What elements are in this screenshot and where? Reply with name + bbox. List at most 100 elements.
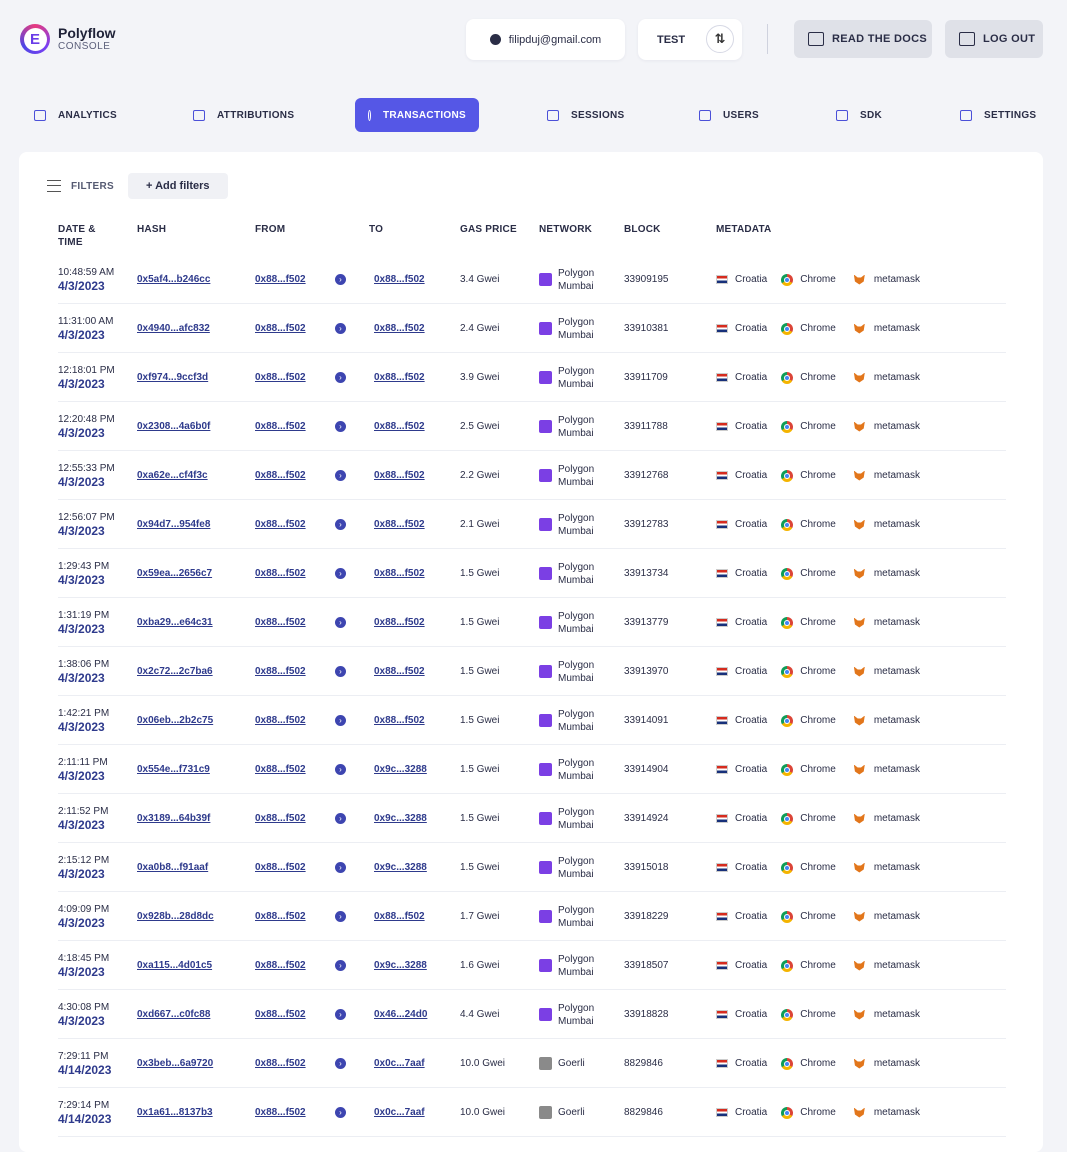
tab-sdk[interactable]: SDK (836, 98, 882, 132)
polygon-icon (539, 616, 552, 629)
to-address-link[interactable]: 0x88...f502 (374, 421, 425, 432)
read-docs-button[interactable]: READ THE DOCS (794, 20, 932, 58)
table-row[interactable]: 4:30:08 PM 4/3/2023 0xd667...c0fc88 0x88...… (58, 990, 1006, 1039)
from-address-link[interactable]: 0x88...f502 (255, 960, 306, 971)
table-row[interactable]: 2:11:52 PM 4/3/2023 0x3189...64b39f 0x88...… (58, 794, 1006, 843)
to-address-link[interactable]: 0x88...f502 (374, 323, 425, 334)
table-row[interactable]: 7:29:11 PM 4/14/2023 0x3beb...6a9720 0x88..… (58, 1039, 1006, 1088)
to-address-link[interactable]: 0x9c...3288 (374, 862, 427, 873)
from-address-link[interactable]: 0x88...f502 (255, 519, 306, 530)
from-address-link[interactable]: 0x88...f502 (255, 568, 306, 579)
tx-hash-link[interactable]: 0x1a61...8137b3 (137, 1107, 213, 1118)
from-address-link[interactable]: 0x88...f502 (255, 715, 306, 726)
column-from[interactable]: FROM (255, 223, 285, 236)
to-address-link[interactable]: 0x88...f502 (374, 666, 425, 677)
column-block[interactable]: BLOCK (624, 223, 661, 236)
table-row[interactable]: 7:29:14 PM 4/14/2023 0x1a61...8137b3 0x88..… (58, 1088, 1006, 1137)
table-row[interactable]: 12:55:33 PM 4/3/2023 0xa62e...cf4f3c 0x88..… (58, 451, 1006, 500)
tx-hash-link[interactable]: 0x94d7...954fe8 (137, 519, 210, 530)
column-gas-price[interactable]: GAS PRICE (460, 223, 517, 236)
tab-transactions[interactable]: TRANSACTIONS (355, 98, 479, 132)
column-network[interactable]: NETWORK (539, 223, 592, 236)
tx-hash-link[interactable]: 0x554e...f731c9 (137, 764, 210, 775)
from-address-link[interactable]: 0x88...f502 (255, 421, 306, 432)
to-address-link[interactable]: 0x0c...7aaf (374, 1107, 425, 1118)
from-address-link[interactable]: 0x88...f502 (255, 1058, 306, 1069)
table-row[interactable]: 12:56:07 PM 4/3/2023 0x94d7...954fe8 0x88..… (58, 500, 1006, 549)
browser-text: Chrome (800, 862, 836, 873)
column-hash[interactable]: HASH (137, 223, 166, 236)
tx-hash-link[interactable]: 0x06eb...2b2c75 (137, 715, 213, 726)
to-address-link[interactable]: 0x88...f502 (374, 470, 425, 481)
cell-date: 12:18:01 PM 4/3/2023 (58, 353, 115, 402)
column-metadata[interactable]: METADATA (716, 223, 771, 236)
tx-hash-link[interactable]: 0x3189...64b39f (137, 813, 210, 824)
column-to[interactable]: TO (369, 223, 383, 236)
wallet-text: metamask (873, 911, 920, 922)
swap-environment-icon[interactable]: ⇅ (706, 25, 734, 53)
add-filters-button[interactable]: + Add filters (128, 173, 228, 199)
from-address-link[interactable]: 0x88...f502 (255, 470, 306, 481)
tx-hash-link[interactable]: 0x59ea...2656c7 (137, 568, 212, 579)
table-row[interactable]: 1:42:21 PM 4/3/2023 0x06eb...2b2c75 0x88...… (58, 696, 1006, 745)
tab-sessions[interactable]: SESSIONS (547, 98, 625, 132)
table-row[interactable]: 11:31:00 AM 4/3/2023 0x4940...afc832 0x88..… (58, 304, 1006, 353)
table-row[interactable]: 1:31:19 PM 4/3/2023 0xba29...e64c31 0x88...… (58, 598, 1006, 647)
to-address-link[interactable]: 0x46...24d0 (374, 1009, 427, 1020)
from-address-link[interactable]: 0x88...f502 (255, 666, 306, 677)
table-row[interactable]: 12:18:01 PM 4/3/2023 0xf974...9ccf3d 0x88..… (58, 353, 1006, 402)
tx-hash-link[interactable]: 0x3beb...6a9720 (137, 1058, 213, 1069)
to-address-link[interactable]: 0x88...f502 (374, 274, 425, 285)
table-row[interactable]: 4:09:09 PM 4/3/2023 0x928b...28d8dc 0x88...… (58, 892, 1006, 941)
tx-hash-link[interactable]: 0xa62e...cf4f3c (137, 470, 208, 481)
from-address-link[interactable]: 0x88...f502 (255, 323, 306, 334)
from-address-link[interactable]: 0x88...f502 (255, 862, 306, 873)
from-address-link[interactable]: 0x88...f502 (255, 372, 306, 383)
table-row[interactable]: 10:48:59 AM 4/3/2023 0x5af4...b246cc 0x88..… (58, 255, 1006, 304)
to-address-link[interactable]: 0x9c...3288 (374, 960, 427, 971)
table-row[interactable]: 2:11:11 PM 4/3/2023 0x554e...f731c9 0x88...… (58, 745, 1006, 794)
tx-hash-link[interactable]: 0x4940...afc832 (137, 323, 210, 334)
tab-analytics[interactable]: ANALYTICS (34, 98, 117, 132)
from-address-link[interactable]: 0x88...f502 (255, 1009, 306, 1020)
tx-hash-link[interactable]: 0x2c72...2c7ba6 (137, 666, 213, 677)
tab-attributions[interactable]: ATTRIBUTIONS (193, 98, 294, 132)
tx-hash-link[interactable]: 0xd667...c0fc88 (137, 1009, 210, 1020)
to-address-link[interactable]: 0x88...f502 (374, 617, 425, 628)
tab-settings[interactable]: SETTINGS (960, 98, 1036, 132)
tx-hash-link[interactable]: 0x928b...28d8dc (137, 911, 214, 922)
tx-hash-link[interactable]: 0xa0b8...f91aaf (137, 862, 208, 873)
table-row[interactable]: 12:20:48 PM 4/3/2023 0x2308...4a6b0f 0x88..… (58, 402, 1006, 451)
country-text: Croatia (735, 519, 768, 530)
table-row[interactable]: 1:38:06 PM 4/3/2023 0x2c72...2c7ba6 0x88...… (58, 647, 1006, 696)
tx-hash-link[interactable]: 0xf974...9ccf3d (137, 372, 208, 383)
table-row[interactable]: 2:15:12 PM 4/3/2023 0xa0b8...f91aaf 0x88...… (58, 843, 1006, 892)
table-row[interactable]: 4:18:45 PM 4/3/2023 0xa115...4d01c5 0x88...… (58, 941, 1006, 990)
tx-hash-link[interactable]: 0x2308...4a6b0f (137, 421, 210, 432)
to-address-link[interactable]: 0x88...f502 (374, 519, 425, 530)
from-address-link[interactable]: 0x88...f502 (255, 813, 306, 824)
tx-hash-link[interactable]: 0x5af4...b246cc (137, 274, 210, 285)
tab-users[interactable]: USERS (699, 98, 759, 132)
table-row[interactable]: 1:29:43 PM 4/3/2023 0x59ea...2656c7 0x88...… (58, 549, 1006, 598)
account-email-pill[interactable]: filipduj@gmail.com (466, 19, 625, 60)
logout-button[interactable]: LOG OUT (945, 20, 1043, 58)
tx-hash-link[interactable]: 0xa115...4d01c5 (137, 960, 212, 971)
from-address-link[interactable]: 0x88...f502 (255, 617, 306, 628)
logo[interactable]: E Polyflow CONSOLE (20, 24, 116, 54)
from-address-link[interactable]: 0x88...f502 (255, 274, 306, 285)
column-date[interactable]: DATE & TIME (58, 223, 108, 249)
tx-hash-link[interactable]: 0xba29...e64c31 (137, 617, 213, 628)
cell-block: 33910381 (624, 323, 669, 334)
to-address-link[interactable]: 0x9c...3288 (374, 813, 427, 824)
environment-switcher[interactable]: TEST ⇅ (638, 19, 742, 60)
to-address-link[interactable]: 0x88...f502 (374, 372, 425, 383)
from-address-link[interactable]: 0x88...f502 (255, 911, 306, 922)
to-address-link[interactable]: 0x88...f502 (374, 568, 425, 579)
to-address-link[interactable]: 0x88...f502 (374, 911, 425, 922)
from-address-link[interactable]: 0x88...f502 (255, 764, 306, 775)
from-address-link[interactable]: 0x88...f502 (255, 1107, 306, 1118)
to-address-link[interactable]: 0x88...f502 (374, 715, 425, 726)
to-address-link[interactable]: 0x9c...3288 (374, 764, 427, 775)
to-address-link[interactable]: 0x0c...7aaf (374, 1058, 425, 1069)
